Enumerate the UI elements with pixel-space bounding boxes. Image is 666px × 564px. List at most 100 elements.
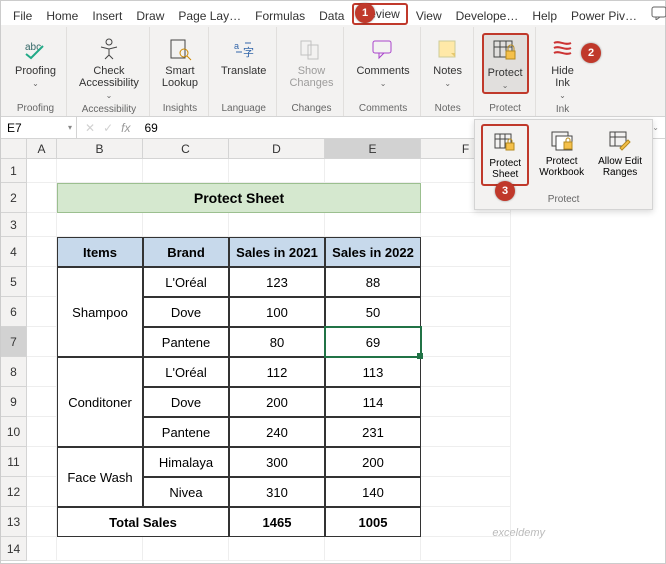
protect-workbook-icon (549, 128, 575, 154)
row-header[interactable]: 3 (1, 213, 27, 237)
table-cell[interactable]: Himalaya (143, 447, 229, 477)
table-cell[interactable]: 50 (325, 297, 421, 327)
callout-badge-2: 2 (581, 43, 601, 63)
table-cell[interactable]: Face Wash (57, 447, 143, 507)
column-header[interactable]: C (143, 139, 229, 159)
table-cell[interactable]: 80 (229, 327, 325, 357)
protect-button[interactable]: Protect ⌄ (482, 33, 529, 94)
check-accessibility-button[interactable]: Check Accessibility ⌄ (75, 33, 143, 102)
table-cell[interactable]: 100 (229, 297, 325, 327)
row-header[interactable]: 13 (1, 507, 27, 537)
table-cell[interactable]: 200 (229, 387, 325, 417)
row-header[interactable]: 4 (1, 237, 27, 267)
tab-pagelayout[interactable]: Page Lay… (172, 7, 247, 25)
tab-data[interactable]: Data (313, 7, 350, 25)
group-changes: Show Changes Changes (279, 27, 344, 116)
table-cell[interactable]: 310 (229, 477, 325, 507)
title-cell[interactable]: Protect Sheet (57, 183, 421, 213)
protect-workbook-button[interactable]: Protect Workbook (535, 124, 588, 186)
column-header[interactable]: B (57, 139, 143, 159)
tab-formulas[interactable]: Formulas (249, 7, 311, 25)
comments-pane-icon[interactable] (645, 4, 666, 25)
row-header[interactable]: 11 (1, 447, 27, 477)
table-cell[interactable]: 240 (229, 417, 325, 447)
row-header[interactable]: 10 (1, 417, 27, 447)
smart-lookup-button[interactable]: Smart Lookup (158, 33, 202, 91)
table-cell[interactable]: 123 (229, 267, 325, 297)
table-cell[interactable]: Pantene (143, 417, 229, 447)
table-cell[interactable]: 200 (325, 447, 421, 477)
table-cell[interactable]: 231 (325, 417, 421, 447)
svg-text:字: 字 (243, 45, 254, 59)
row-header[interactable]: 6 (1, 297, 27, 327)
translate-button[interactable]: a字 Translate (217, 33, 270, 79)
table-cell[interactable]: Pantene (143, 327, 229, 357)
notes-button[interactable]: Notes ⌄ (429, 33, 467, 90)
table-cell[interactable]: L'Oréal (143, 267, 229, 297)
grid-body[interactable]: Protect Sheet Items Brand Sales in 2021 … (27, 159, 511, 561)
table-cell[interactable]: 114 (325, 387, 421, 417)
group-protect: Protect ⌄ Protect (476, 27, 536, 116)
row-header[interactable]: 12 (1, 477, 27, 507)
column-header[interactable]: E (325, 139, 421, 159)
tab-file[interactable]: File (7, 7, 38, 25)
active-cell[interactable]: 69 (325, 327, 421, 357)
tab-view[interactable]: View (410, 7, 448, 25)
allow-edit-ranges-icon (607, 128, 633, 154)
translate-icon: a字 (230, 35, 258, 63)
group-ink: Hide Ink ⌄ Ink (538, 27, 588, 116)
total-cell[interactable]: 1465 (229, 507, 325, 537)
table-cell[interactable]: 140 (325, 477, 421, 507)
table-cell[interactable]: 113 (325, 357, 421, 387)
group-insights: Smart Lookup Insights (152, 27, 209, 116)
table-cell[interactable]: L'Oréal (143, 357, 229, 387)
table-cell[interactable]: 88 (325, 267, 421, 297)
table-header[interactable]: Sales in 2021 (229, 237, 325, 267)
tab-insert[interactable]: Insert (86, 7, 128, 25)
table-cell[interactable]: 300 (229, 447, 325, 477)
row-header[interactable]: 9 (1, 387, 27, 417)
row-header[interactable]: 8 (1, 357, 27, 387)
row-header[interactable]: 14 (1, 537, 27, 561)
tab-draw[interactable]: Draw (130, 7, 170, 25)
total-cell[interactable]: 1005 (325, 507, 421, 537)
tab-help[interactable]: Help (526, 7, 563, 25)
column-header[interactable]: A (27, 139, 57, 159)
callout-badge-1: 1 (355, 3, 375, 23)
table-cell[interactable]: Conditoner (57, 357, 143, 447)
row-header[interactable]: 5 (1, 267, 27, 297)
allow-edit-ranges-button[interactable]: Allow Edit Ranges (594, 124, 646, 186)
row-header[interactable]: 2 (1, 183, 27, 213)
row-header[interactable]: 7 (1, 327, 27, 357)
table-header[interactable]: Brand (143, 237, 229, 267)
total-label-cell[interactable]: Total Sales (57, 507, 229, 537)
spellcheck-icon: abc (21, 35, 49, 63)
chevron-down-icon: ⌄ (502, 81, 509, 90)
group-accessibility: Check Accessibility ⌄ Accessibility (69, 27, 150, 116)
cancel-formula-icon: ✕ (85, 121, 95, 135)
protect-icon (491, 37, 519, 65)
table-cell[interactable]: Nivea (143, 477, 229, 507)
proofing-button[interactable]: abc Proofing ⌄ (11, 33, 60, 90)
tab-home[interactable]: Home (40, 7, 84, 25)
fx-icon[interactable]: fx (121, 121, 130, 135)
tab-developer[interactable]: Develope… (450, 7, 525, 25)
column-header[interactable]: D (229, 139, 325, 159)
table-header[interactable]: Items (57, 237, 143, 267)
table-cell[interactable]: Dove (143, 297, 229, 327)
show-changes-button: Show Changes (285, 33, 337, 91)
hide-ink-icon (549, 35, 577, 63)
tab-powerpivot[interactable]: Power Piv… (565, 7, 643, 25)
table-header[interactable]: Sales in 2022 (325, 237, 421, 267)
table-cell[interactable]: Shampoo (57, 267, 143, 357)
table-cell[interactable]: Dove (143, 387, 229, 417)
comments-button[interactable]: Comments ⌄ (352, 33, 413, 90)
row-header[interactable]: 1 (1, 159, 27, 183)
hide-ink-button[interactable]: Hide Ink ⌄ (544, 33, 582, 102)
formula-input[interactable]: 69 (138, 121, 163, 135)
table-cell[interactable]: 112 (229, 357, 325, 387)
select-all-corner[interactable] (1, 139, 27, 159)
protect-sheet-icon (492, 130, 518, 156)
protect-sheet-button[interactable]: Protect Sheet (481, 124, 529, 186)
name-box[interactable]: E7 (1, 117, 77, 138)
